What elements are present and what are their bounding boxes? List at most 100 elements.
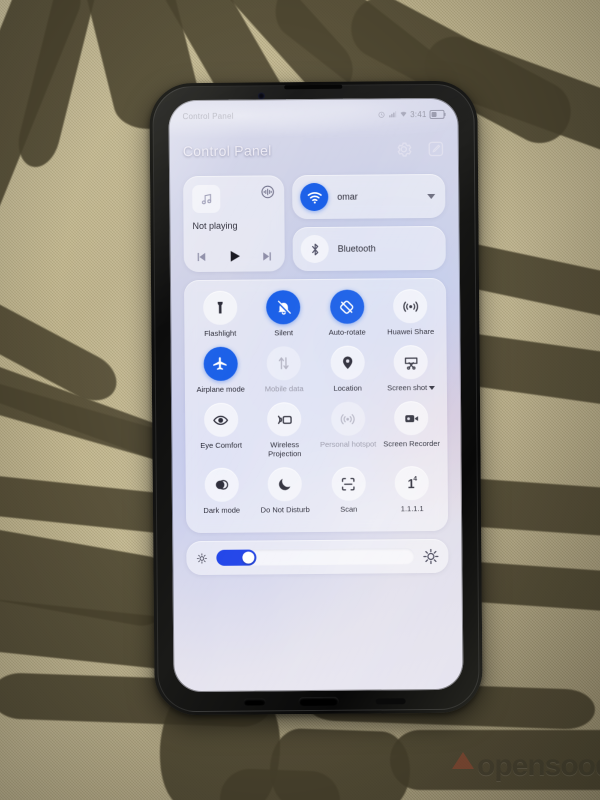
flashlight-icon: [202, 290, 238, 325]
status-bar-right: 3:41: [377, 109, 446, 119]
toggle-row: Dark mode Do Not Disturb Scan 1 4 1.1.1.…: [190, 466, 444, 524]
top-row: Not playing omar Bluetooth: [183, 173, 446, 273]
music-note-icon: [201, 193, 211, 204]
brightness-track[interactable]: [216, 548, 415, 566]
skip-next-icon[interactable]: [260, 249, 274, 263]
toggle-label: Wireless Projection: [268, 440, 302, 459]
media-status-text: Not playing: [192, 220, 238, 232]
earpiece-speaker: [284, 84, 343, 90]
brightness-slider-card[interactable]: [186, 538, 449, 576]
toggle-screen-recorder[interactable]: Screen Recorder: [380, 401, 444, 467]
toggle-dark-mode[interactable]: Dark mode: [190, 467, 254, 525]
status-bar-time: 3:41: [410, 109, 427, 119]
header-actions: [395, 140, 445, 158]
battery-fill: [431, 111, 437, 117]
auto-rotate-icon: [329, 289, 365, 324]
toggle-eye-comfort[interactable]: Eye Comfort: [189, 402, 253, 469]
wifi-network-name: omar: [337, 191, 358, 202]
speaker-cutout: [375, 698, 406, 705]
toggle-flashlight[interactable]: Flashlight: [188, 290, 252, 348]
toggle-label: Mobile data: [264, 384, 304, 394]
toggle-label-screenshot: Screen shot: [387, 383, 436, 393]
gear-icon[interactable]: [395, 140, 413, 158]
watermark: opensooq: [452, 736, 600, 796]
chevron-down-icon[interactable]: [429, 385, 436, 390]
toggle-label: Dark mode: [203, 505, 241, 515]
moon-icon: [267, 467, 303, 502]
status-bar-label: Control Panel: [182, 111, 234, 121]
brightness-high-icon: [423, 548, 439, 564]
chevron-down-icon[interactable]: [427, 193, 436, 199]
bluetooth-tile[interactable]: Bluetooth: [292, 225, 446, 272]
toggle-warp-1111[interactable]: 1 4 1.1.1.1: [380, 466, 444, 523]
location-pin-icon: [330, 345, 365, 380]
toggle-label: Screen shot: [387, 383, 428, 393]
toggle-huawei-share[interactable]: Huawei Share: [379, 289, 443, 346]
toggle-row: Eye Comfort Wireless Projection Personal…: [189, 401, 444, 468]
edit-square-icon[interactable]: [427, 140, 445, 158]
media-controls: [193, 247, 276, 265]
toggle-silent[interactable]: Silent: [252, 290, 316, 347]
toggle-label: Airplane mode: [196, 384, 245, 395]
toggle-scan[interactable]: Scan: [317, 466, 381, 523]
phone-screen[interactable]: Control Panel 3:41 Control Panel Not pla…: [168, 97, 464, 693]
toggle-airplane-mode[interactable]: Airplane mode: [189, 346, 253, 404]
toggle-label: Auto-rotate: [328, 327, 366, 337]
usb-port-cutout: [298, 696, 339, 707]
brightness-knob[interactable]: [241, 551, 255, 564]
phone-device: Control Panel 3:41 Control Panel Not pla…: [149, 80, 483, 716]
signal-bars-icon: [388, 111, 396, 118]
toggle-wireless-projection[interactable]: Wireless Projection: [253, 402, 317, 468]
toggle-mobile-data[interactable]: Mobile data: [252, 346, 316, 403]
bluetooth-label: Bluetooth: [337, 243, 376, 254]
toggle-label: Do Not Disturb: [260, 505, 310, 515]
toggle-row: Airplane mode Mobile data Location Scree…: [189, 345, 443, 403]
toggle-personal-hotspot[interactable]: Personal hotspot: [316, 401, 380, 467]
headphone-jack-cutout: [243, 698, 266, 706]
toggle-auto-rotate[interactable]: Auto-rotate: [315, 289, 379, 346]
warp-one-icon: 1 4: [394, 466, 430, 501]
battery-icon: [429, 109, 446, 119]
wireless-projection-icon: [267, 402, 302, 437]
bluetooth-icon: [300, 234, 329, 264]
control-panel-header: Control Panel: [183, 132, 445, 168]
toggle-label: Silent: [274, 328, 294, 338]
eye-comfort-icon: [203, 402, 239, 437]
status-bar: Control Panel 3:41: [168, 106, 458, 125]
media-card-top: [192, 184, 275, 214]
toggle-label: Scan: [340, 504, 358, 514]
video-camera-icon: [394, 401, 429, 436]
toggle-location[interactable]: Location: [316, 345, 380, 402]
toggle-screenshot[interactable]: Screen shot: [379, 345, 443, 402]
album-art-placeholder: [192, 184, 221, 214]
play-icon[interactable]: [226, 248, 243, 265]
page-title: Control Panel: [182, 142, 272, 160]
bell-muted-icon: [266, 290, 301, 325]
media-player-card[interactable]: Not playing: [183, 175, 285, 273]
cast-audio-icon[interactable]: [260, 184, 275, 199]
wifi-status-icon: [400, 111, 407, 117]
toggle-label: 1.1.1.1: [400, 504, 424, 514]
skip-previous-icon[interactable]: [195, 249, 209, 263]
huawei-share-icon: [393, 289, 428, 324]
contrast-circle-icon: [204, 467, 239, 502]
hotspot-icon: [330, 401, 366, 436]
toggle-row: Flashlight Silent Auto-rotate Huawei Sha…: [188, 289, 442, 347]
battery-tip: [444, 112, 446, 116]
toggle-do-not-disturb[interactable]: Do Not Disturb: [253, 467, 317, 524]
bottom-case-cutouts: [155, 691, 483, 710]
screenshot-scissors-icon: [393, 345, 429, 380]
airplane-icon: [203, 346, 238, 381]
toggle-label: Screen Recorder: [383, 438, 441, 449]
status-bar-left: Control Panel: [182, 111, 233, 120]
toggle-label: Huawei Share: [387, 326, 435, 337]
connectivity-column: omar Bluetooth: [292, 173, 446, 272]
toggle-label: Location: [333, 383, 362, 393]
wifi-icon: [300, 182, 329, 212]
wifi-tile[interactable]: omar: [292, 173, 446, 220]
control-panel: Control Panel Not playing omar Bluetooth…: [169, 124, 463, 576]
triangle-logo-icon: [452, 751, 474, 769]
toggle-label: Flashlight: [204, 328, 237, 338]
brightness-low-icon: [196, 552, 207, 564]
scan-frame-icon: [331, 466, 366, 501]
